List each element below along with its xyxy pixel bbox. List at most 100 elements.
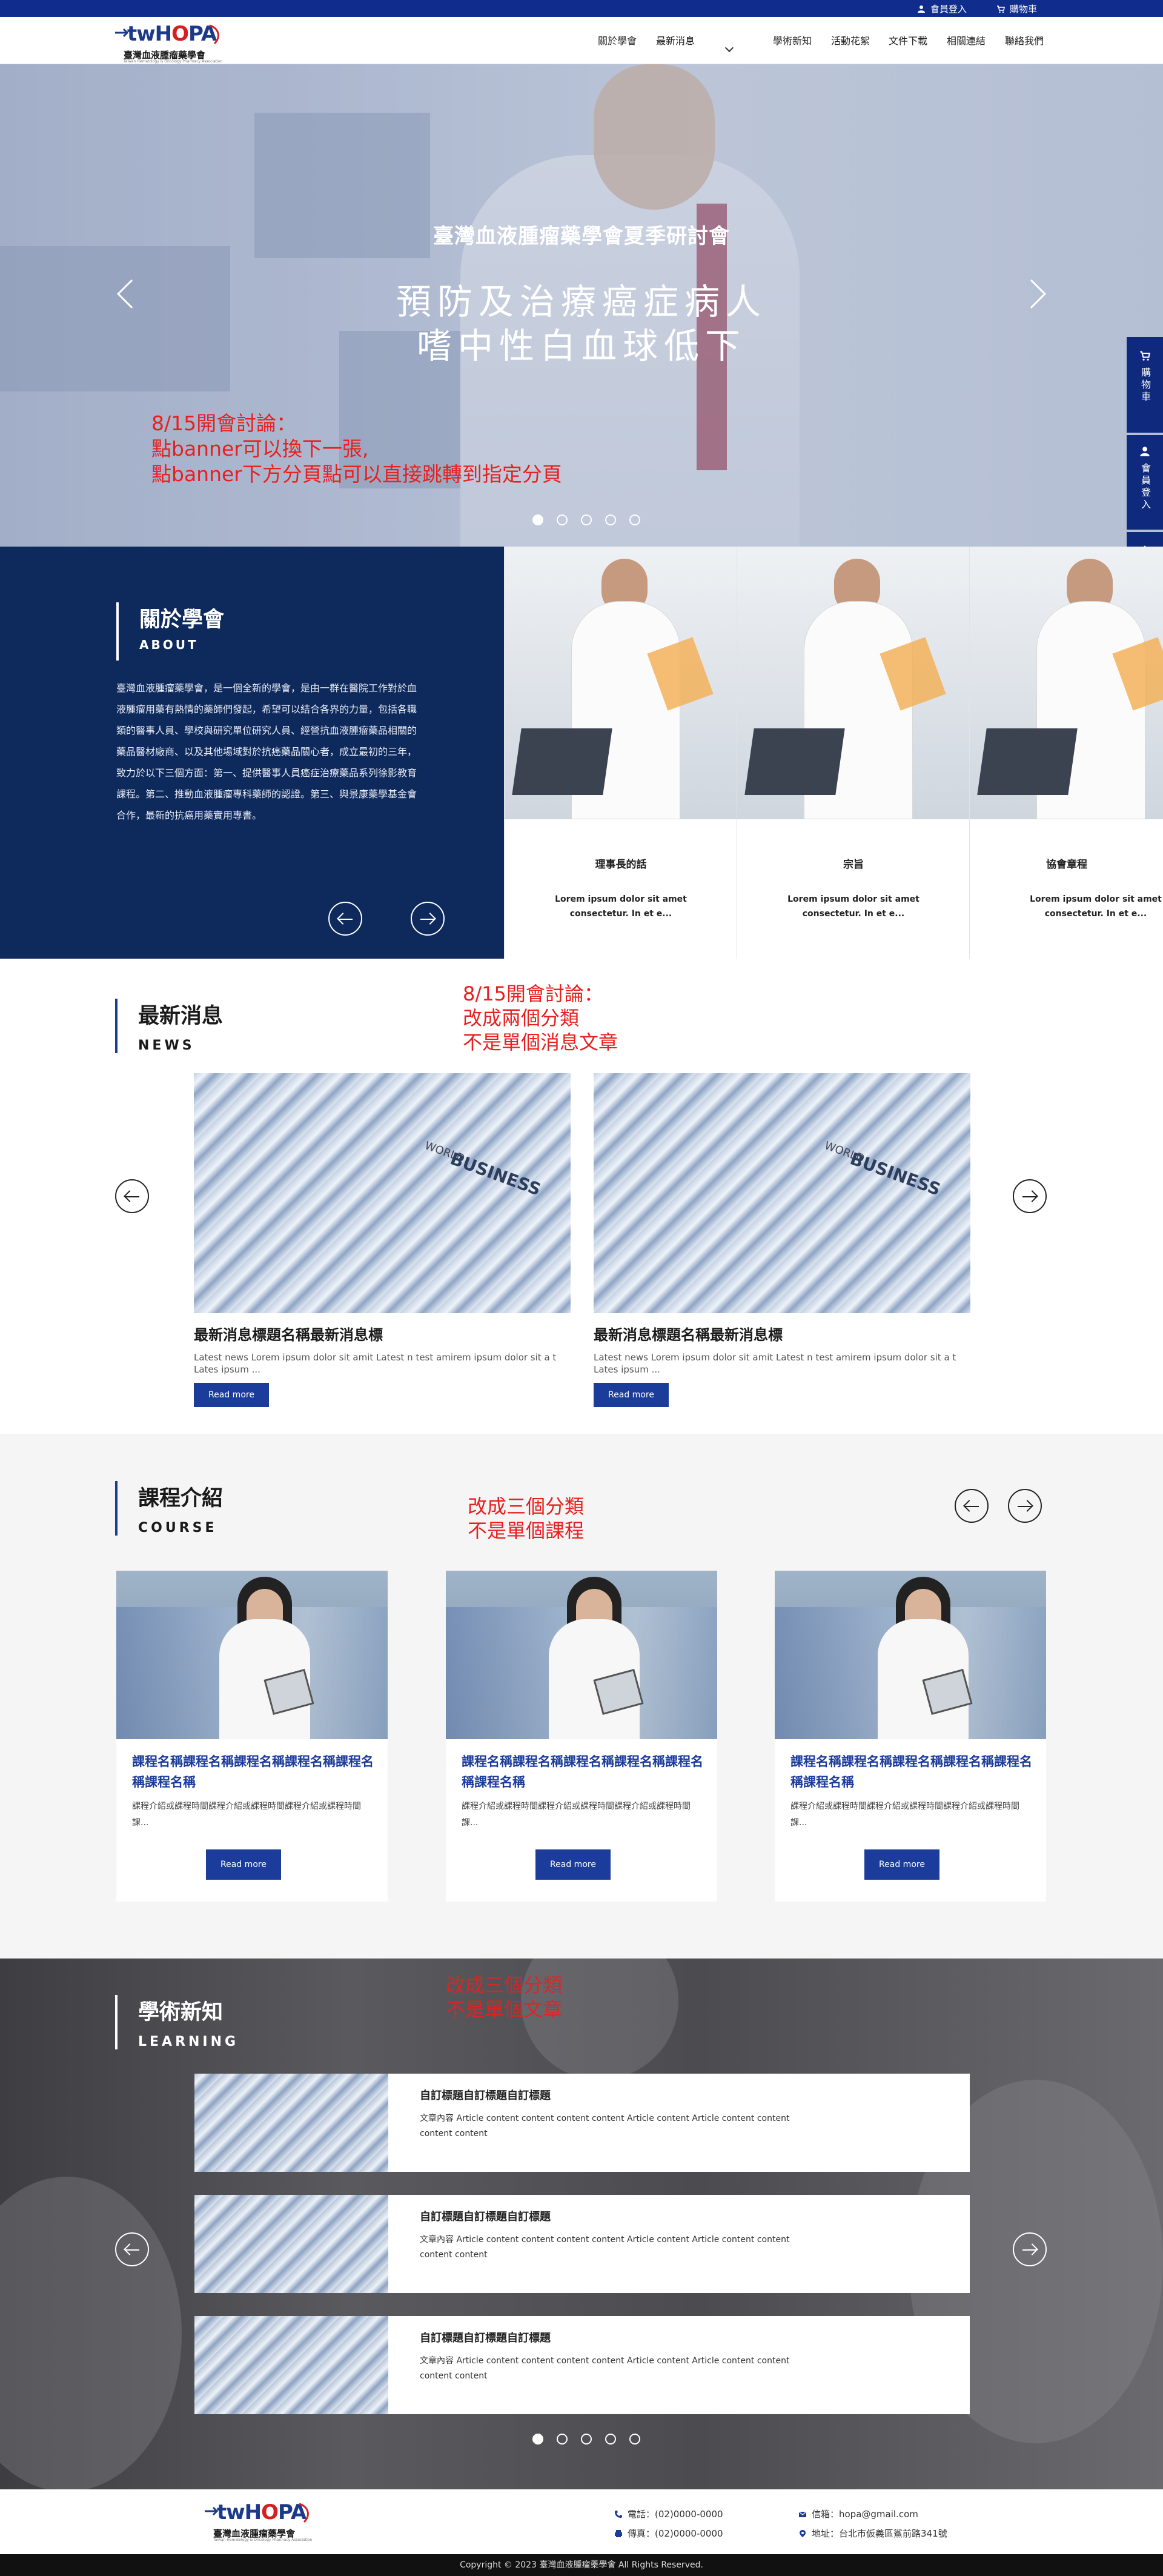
- learning-section: 學術新知 LEARNING 改成三個分類 不是單個文章 自訂標題自訂標題自訂標題…: [0, 1959, 1163, 2489]
- hero-dot[interactable]: [557, 514, 568, 525]
- course-card[interactable]: 課程名稱課程名稱課程名稱課程名稱課程名稱課程名稱 課程介紹或課程時間課程介紹或課…: [116, 1571, 388, 1902]
- member-login-link[interactable]: 會員登入: [917, 2, 967, 15]
- learning-item-title[interactable]: 自訂標題自訂標題自訂標題: [420, 2208, 551, 2224]
- course-next-button[interactable]: [1008, 1489, 1042, 1523]
- about-prev-button[interactable]: [328, 902, 362, 936]
- learning-item-text: 文章內容 Article content content content con…: [420, 2356, 790, 2381]
- course-annotation: 改成三個分類 不是單個課程: [468, 1494, 584, 1543]
- section-accent-bar: [115, 999, 118, 1053]
- footer-fax-text: 傳真：(02)0000-0000: [628, 2528, 723, 2539]
- news-annotation-line: 8/15開會討論：: [463, 982, 603, 1005]
- nav-about[interactable]: 關於學會: [598, 33, 637, 47]
- hero-banner[interactable]: 臺灣血液腫瘤藥學會夏季研討會 預防及治療癌症病人 嗜中性白血球低下 8/15開會…: [0, 64, 1163, 547]
- learning-dot[interactable]: [557, 2434, 568, 2445]
- about-card-image: [737, 547, 970, 819]
- side-cart-tab[interactable]: 購物車: [1127, 337, 1163, 433]
- user-icon: [1140, 447, 1150, 456]
- learning-item[interactable]: 自訂標題自訂標題自訂標題 文章內容 Article content conten…: [194, 2074, 970, 2172]
- nav-events[interactable]: 活動花絮: [831, 33, 870, 47]
- arrow-left-head: [124, 2243, 136, 2255]
- read-more-button[interactable]: Read more: [194, 1383, 269, 1407]
- nav-news[interactable]: 最新消息: [656, 33, 695, 47]
- read-more-button[interactable]: Read more: [864, 1849, 939, 1880]
- learning-bg-figure: [0, 2177, 182, 2489]
- arrow-left-head: [124, 1190, 136, 1202]
- learning-next-button[interactable]: [1013, 2232, 1047, 2266]
- copyright-bar: Copyright © 2023 臺灣血液腫瘤藥學會 All Rights Re…: [0, 2554, 1163, 2576]
- about-title: 關於學會: [139, 608, 225, 632]
- hero-title-line1: 預防及治療癌症病人: [396, 281, 767, 322]
- learning-dot[interactable]: [532, 2434, 543, 2445]
- read-more-button[interactable]: Read more: [535, 1849, 611, 1880]
- news-next-button[interactable]: [1013, 1179, 1047, 1213]
- nav-downloads[interactable]: 文件下載: [889, 33, 927, 47]
- logo-english: Taiwan Hematology & Oncology Pharmacy As…: [124, 59, 223, 64]
- side-login-tab[interactable]: 會員登入: [1127, 435, 1163, 530]
- learning-pagination: [532, 2434, 640, 2445]
- course-card-desc: 課程介紹或課程時間課程介紹或課程時間課程介紹或課程時間課...: [462, 1802, 691, 1828]
- course-card[interactable]: 課程名稱課程名稱課程名稱課程名稱課程名稱課程名稱 課程介紹或課程時間課程介紹或課…: [775, 1571, 1046, 1902]
- cart-label: 購物車: [1010, 4, 1038, 15]
- footer-phone: 電話：(02)0000-0000: [614, 2508, 723, 2520]
- news-desc: Latest news Lorem ipsum dolor sit amit L…: [594, 1352, 956, 1375]
- learning-dot[interactable]: [605, 2434, 616, 2445]
- news-annotation-line: 改成兩個分類: [463, 1007, 580, 1030]
- course-card-title[interactable]: 課程名稱課程名稱課程名稱課程名稱課程名稱課程名稱: [790, 1751, 1033, 1792]
- news-title[interactable]: 最新消息標題名稱最新消息標: [194, 1323, 571, 1344]
- logo-wordmark: twHOPA: [127, 22, 217, 46]
- news-card[interactable]: WORLD BUSINESS 最新消息標題名稱最新消息標 Latest news …: [194, 1073, 571, 1407]
- hero-annotation-line: 點banner下方分頁點可以直接跳轉到指定分頁: [151, 462, 562, 486]
- learning-dot[interactable]: [629, 2434, 640, 2445]
- footer-address: 地址：台北市仮義區鯊前路341號: [798, 2527, 947, 2540]
- hero-dot[interactable]: [629, 514, 640, 525]
- about-card[interactable]: 協會章程 Lorem ipsum dolor sit amet consecte…: [969, 547, 1163, 959]
- hero-pagination: [532, 514, 640, 525]
- user-icon: [918, 5, 925, 13]
- arrow-right-head: [1021, 1500, 1033, 1512]
- news-heading: 最新消息 NEWS: [138, 999, 223, 1053]
- about-card-image: [505, 547, 737, 819]
- course-prev-button[interactable]: [955, 1489, 989, 1523]
- footer-fax: 傳真：(02)0000-0000: [614, 2527, 723, 2540]
- about-card[interactable]: 理事長的話 Lorem ipsum dolor sit amet consect…: [504, 547, 737, 959]
- footer-address-text: 地址：台北市仮義區鯊前路341號: [812, 2528, 947, 2539]
- learning-item-title[interactable]: 自訂標題自訂標題自訂標題: [420, 2087, 551, 2103]
- site-logo[interactable]: twHOPA 臺灣血液腫瘤藥學會 Taiwan Hematology & Onc…: [115, 22, 224, 64]
- learning-annotation-line: 不是單個文章: [446, 1998, 563, 2021]
- course-image: [116, 1571, 388, 1739]
- learning-item[interactable]: 自訂標題自訂標題自訂標題 文章內容 Article content conten…: [194, 2195, 970, 2293]
- news-card[interactable]: WORLD BUSINESS 最新消息標題名稱最新消息標 Latest news …: [594, 1073, 970, 1407]
- news-prev-button[interactable]: [115, 1179, 149, 1213]
- site-footer: twHOPA 臺灣血液腫瘤藥學會 Taiwan Hematology & Onc…: [0, 2489, 1163, 2554]
- phone-icon: [615, 2510, 622, 2518]
- footer-email[interactable]: 信箱：hopa@gmail.com: [798, 2508, 918, 2520]
- course-image: [446, 1571, 717, 1739]
- about-next-button[interactable]: [411, 902, 445, 936]
- mail-icon: [798, 2511, 807, 2517]
- course-card-title[interactable]: 課程名稱課程名稱課程名稱課程名稱課程名稱課程名稱: [462, 1751, 704, 1792]
- hero-dot[interactable]: [581, 514, 592, 525]
- nav-links[interactable]: 相關連結: [947, 33, 986, 47]
- course-annotation-line: 改成三個分類: [468, 1495, 585, 1518]
- news-title[interactable]: 最新消息標題名稱最新消息標: [594, 1323, 970, 1344]
- cart-icon: [997, 5, 1005, 13]
- read-more-button[interactable]: Read more: [594, 1383, 669, 1407]
- nav-contact[interactable]: 聯絡我們: [1005, 33, 1044, 47]
- about-card-title: 宗旨: [843, 859, 864, 871]
- hero-dot[interactable]: [532, 514, 543, 525]
- course-card-title[interactable]: 課程名稱課程名稱課程名稱課程名稱課程名稱課程名稱: [132, 1751, 374, 1792]
- learning-prev-button[interactable]: [115, 2232, 149, 2266]
- about-card[interactable]: 宗旨 Lorem ipsum dolor sit amet consectetu…: [737, 547, 970, 959]
- news-subtitle: NEWS: [138, 1038, 195, 1053]
- footer-logo[interactable]: twHOPA 臺灣血液腫瘤藥學會 Taiwan Hematology & Onc…: [205, 2500, 314, 2542]
- learning-item-title[interactable]: 自訂標題自訂標題自訂標題: [420, 2329, 551, 2345]
- read-more-button[interactable]: Read more: [206, 1849, 281, 1880]
- section-accent-bar: [115, 1481, 118, 1536]
- nav-learning[interactable]: 學術新知: [773, 33, 812, 47]
- logo-drop-icon: [299, 2503, 309, 2523]
- learning-item[interactable]: 自訂標題自訂標題自訂標題 文章內容 Article content conten…: [194, 2316, 970, 2414]
- hero-dot[interactable]: [605, 514, 616, 525]
- course-card[interactable]: 課程名稱課程名稱課程名稱課程名稱課程名稱課程名稱 課程介紹或課程時間課程介紹或課…: [446, 1571, 717, 1902]
- learning-dot[interactable]: [581, 2434, 592, 2445]
- cart-link[interactable]: 購物車: [996, 2, 1037, 15]
